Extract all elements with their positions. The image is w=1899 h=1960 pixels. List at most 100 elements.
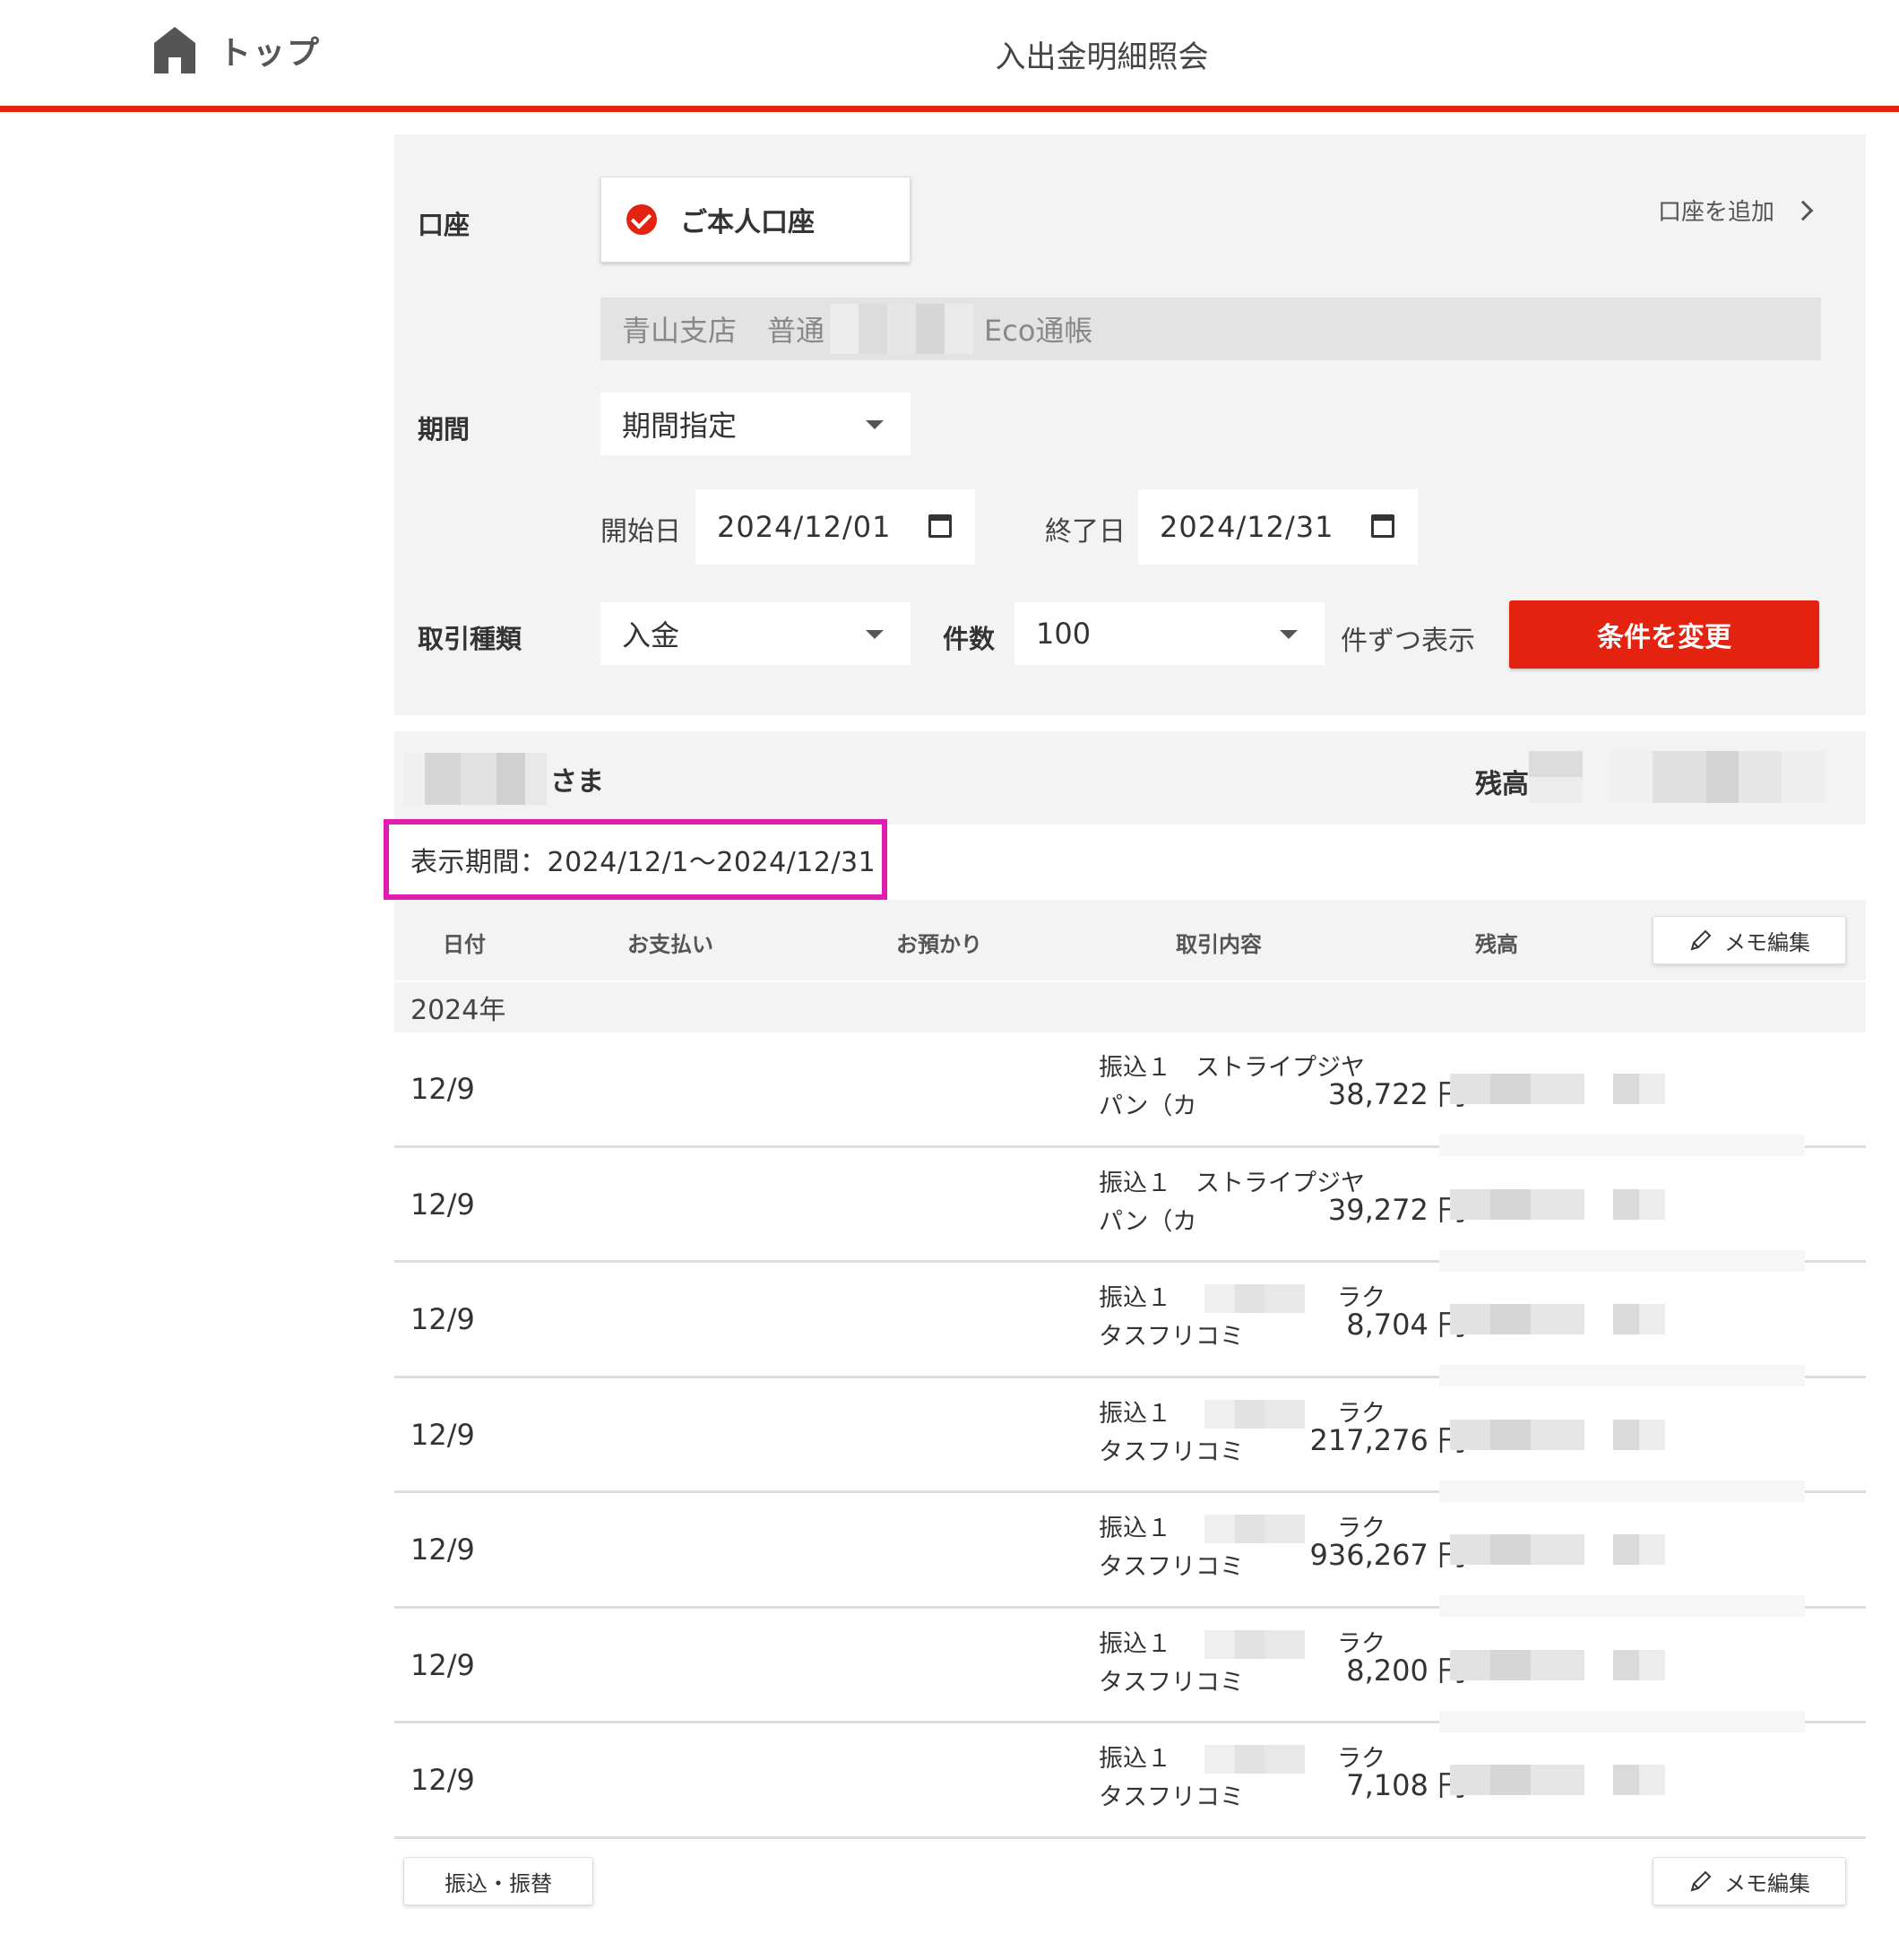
- row-balance-mask: [1450, 1534, 1584, 1565]
- payer-mask: [1204, 1629, 1305, 1659]
- caret-down-icon: [866, 630, 884, 639]
- table-row[interactable]: 12/9 7,108 円 振込１ ラク タスフリコミ: [394, 1723, 1866, 1839]
- start-date-label: 開始日: [600, 516, 681, 548]
- row-date: 12/9: [410, 1302, 475, 1336]
- count-label: 件数: [943, 624, 996, 654]
- row-content-type: 振込１: [1099, 1399, 1171, 1428]
- period-select-value: 期間指定: [622, 409, 738, 443]
- row-date: 12/9: [410, 1647, 475, 1682]
- col-content: 取引内容: [1176, 932, 1262, 957]
- check-icon: [626, 204, 657, 235]
- holder-suffix: さま: [550, 766, 604, 798]
- transaction-type-value: 入金: [622, 618, 680, 652]
- calendar-icon[interactable]: [928, 514, 952, 538]
- row-content-line1: 振込１ ラク: [1099, 1509, 1385, 1548]
- table-row[interactable]: 12/9 8,704 円 振込１ ラク タスフリコミ: [394, 1263, 1866, 1386]
- row-content-line2: パン（カ: [1099, 1092, 1197, 1120]
- row-content-line1: 振込１ ラク: [1099, 1740, 1385, 1778]
- balance-label: 残高: [1475, 769, 1529, 800]
- end-date-label: 終了日: [1045, 516, 1126, 548]
- payer-mask: [1204, 1284, 1305, 1313]
- pencil-icon: [1690, 1870, 1712, 1892]
- row-content-payer: ラク: [1337, 1629, 1385, 1658]
- row-date: 12/9: [410, 1417, 475, 1452]
- row-content-line1: 振込１ ストライプジヤ: [1099, 1169, 1365, 1197]
- table-row[interactable]: 12/9 217,276 円 振込１ ラク タスフリコミ: [394, 1378, 1866, 1502]
- row-content: 振込１ ラク タスフリコミ: [1099, 1625, 1385, 1702]
- row-content-line1: 振込１ ラク: [1099, 1394, 1385, 1433]
- end-date-input[interactable]: 2024/12/31: [1138, 489, 1418, 565]
- memo-edit-label: メモ編集: [1724, 1870, 1810, 1896]
- row-content: 振込１ ストライプジヤ パン（カ: [1099, 1049, 1385, 1126]
- page-title: 入出金明細照会: [995, 39, 1209, 75]
- holder-name-mask: [403, 753, 547, 805]
- row-content-payer: ラク: [1337, 1515, 1385, 1542]
- row-date: 12/9: [410, 1763, 475, 1797]
- account-branch: 青山支店: [622, 314, 738, 348]
- table-header: 日付 お支払い お預かり 取引内容 残高 メモ編集: [394, 900, 1866, 980]
- row-content-type: 振込１: [1099, 1629, 1171, 1658]
- add-account-label: 口座を追加: [1657, 199, 1774, 226]
- row-balance-mask: [1613, 1304, 1665, 1334]
- account-holder-band: さま 残高: [394, 731, 1866, 825]
- table-row[interactable]: 12/9 936,267 円 振込１ ラク タスフリコミ: [394, 1493, 1866, 1617]
- calendar-icon[interactable]: [1371, 514, 1394, 538]
- row-content-payer: ラク: [1337, 1284, 1385, 1312]
- row-balance-mask: [1613, 1188, 1665, 1220]
- table-row[interactable]: 12/9 8,200 円 振込１ ラク タスフリコミ: [394, 1609, 1866, 1732]
- account-type: 普通: [767, 314, 825, 348]
- account-info: 青山支店 普通 Eco通帳: [600, 298, 1821, 360]
- apply-conditions-button[interactable]: 条件を変更: [1509, 600, 1819, 669]
- transaction-type-select[interactable]: 入金: [600, 602, 911, 665]
- row-content: 振込１ ストライプジヤ パン（カ: [1099, 1164, 1385, 1241]
- row-balance-mask: [1450, 1188, 1584, 1220]
- caret-down-icon: [866, 420, 884, 429]
- transaction-list: 12/9 38,722 円 振込１ ストライプジヤ パン（カ 12/9 39,2…: [394, 1032, 1866, 1839]
- col-date: 日付: [443, 932, 486, 957]
- row-balance-mask: [1450, 1765, 1584, 1795]
- row-content-line2: タスフリコミ: [1099, 1323, 1244, 1351]
- row-content-line1: 振込１ ラク: [1099, 1279, 1385, 1317]
- holder-name: さま: [403, 753, 604, 805]
- count-select[interactable]: 100: [1014, 602, 1325, 665]
- row-date: 12/9: [410, 1533, 475, 1567]
- row-content: 振込１ ラク タスフリコミ: [1099, 1740, 1385, 1817]
- balance-mask: [1529, 751, 1583, 803]
- transfer-button[interactable]: 振込・振替: [403, 1857, 593, 1905]
- row-content-line2: パン（カ: [1099, 1207, 1197, 1236]
- row-balance-mask: [1450, 1419, 1584, 1450]
- row-balance-mask: [1613, 1534, 1665, 1565]
- filter-panel: 口座 ご本人口座 口座を追加 青山支店 普通 Eco通帳 期間 期間指定 開始日…: [394, 134, 1866, 715]
- display-period: 表示期間：2024/12/1〜2024/12/31: [384, 819, 887, 900]
- table-row[interactable]: 12/9 38,722 円 振込１ ストライプジヤ パン（カ: [394, 1032, 1866, 1156]
- memo-edit-button-bottom[interactable]: メモ編集: [1653, 1857, 1846, 1905]
- memo-edit-label: メモ編集: [1724, 929, 1810, 955]
- row-balance-mask: [1613, 1074, 1665, 1104]
- payer-mask: [1204, 1515, 1305, 1543]
- app-header: トップ 入出金明細照会: [0, 0, 1899, 112]
- add-account-link[interactable]: 口座を追加: [1657, 194, 1814, 227]
- memo-edit-button[interactable]: メモ編集: [1653, 916, 1846, 964]
- row-content-type: 振込１: [1099, 1284, 1171, 1312]
- col-deposit: お預かり: [896, 932, 982, 957]
- per-page-label: 件ずつ表示: [1341, 626, 1475, 657]
- account-book: Eco通帳: [984, 314, 1093, 348]
- chevron-right-icon: [1792, 200, 1814, 220]
- count-value: 100: [1036, 617, 1092, 651]
- own-account-button[interactable]: ご本人口座: [600, 177, 911, 263]
- start-date-input[interactable]: 2024/12/01: [695, 489, 975, 565]
- own-account-label: ご本人口座: [680, 207, 815, 238]
- row-content-line2: タスフリコミ: [1099, 1553, 1244, 1581]
- row-content-line2: タスフリコミ: [1099, 1668, 1244, 1697]
- account-number-mask: [830, 304, 974, 354]
- balance-mask: [1610, 751, 1825, 803]
- period-select[interactable]: 期間指定: [600, 393, 911, 455]
- pencil-icon: [1690, 929, 1712, 951]
- period-label: 期間: [418, 414, 470, 445]
- table-row[interactable]: 12/9 39,272 円 振込１ ストライプジヤ パン（カ: [394, 1148, 1866, 1272]
- row-content: 振込１ ラク タスフリコミ: [1099, 1279, 1385, 1356]
- row-balance-mask: [1613, 1765, 1665, 1795]
- row-balance-mask: [1450, 1074, 1584, 1104]
- account-label: 口座: [418, 210, 470, 240]
- payer-mask: [1204, 1399, 1305, 1429]
